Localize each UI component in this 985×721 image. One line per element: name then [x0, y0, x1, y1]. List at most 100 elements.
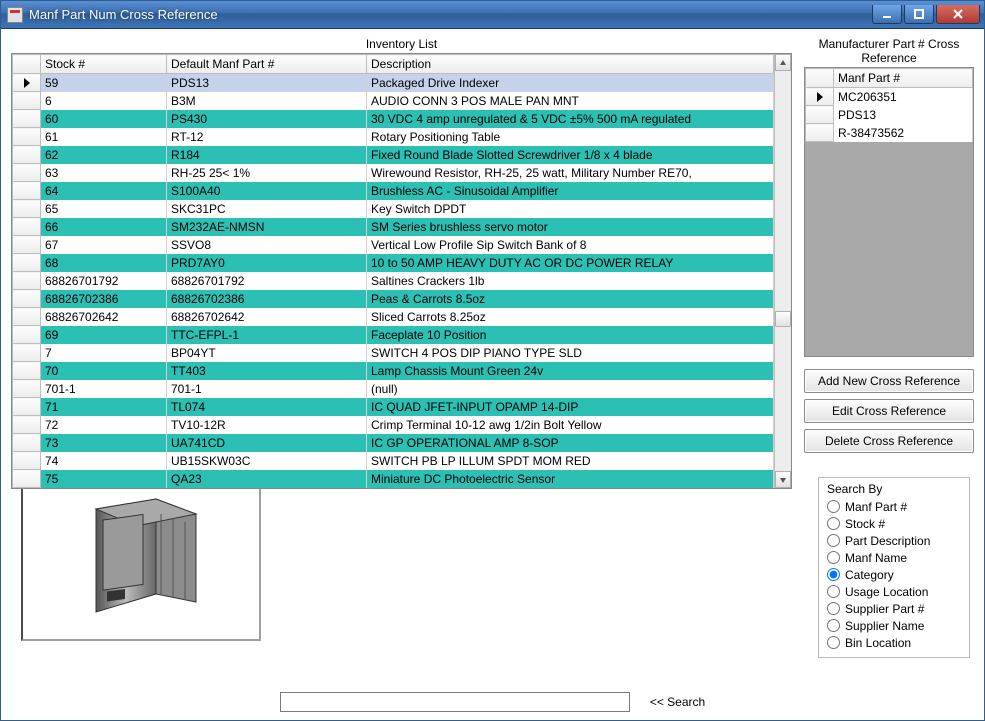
cell-manf-part[interactable]: 68826701792 [167, 272, 367, 290]
search-by-option[interactable]: Bin Location [827, 634, 961, 651]
cell-description[interactable]: (null) [367, 380, 774, 398]
row-header[interactable] [13, 452, 41, 470]
cell-manf-part[interactable]: TT403 [167, 362, 367, 380]
search-by-option[interactable]: Supplier Name [827, 617, 961, 634]
cell-manf-part[interactable]: PRD7AY0 [167, 254, 367, 272]
search-by-option[interactable]: Usage Location [827, 583, 961, 600]
row-header[interactable] [13, 200, 41, 218]
table-row[interactable]: R-38473562 [806, 124, 973, 142]
scroll-thumb[interactable] [775, 311, 791, 327]
col-description[interactable]: Description [367, 55, 774, 74]
row-header[interactable] [13, 272, 41, 290]
crossref-grid[interactable]: Manf Part # MC206351PDS13R-38473562 [804, 67, 974, 357]
cell-description[interactable]: Vertical Low Profile Sip Switch Bank of … [367, 236, 774, 254]
cell-manf-part[interactable]: MC206351 [834, 88, 973, 106]
cell-stock-num[interactable]: 71 [41, 398, 167, 416]
table-row[interactable]: 69TTC-EFPL-1Faceplate 10 Position [13, 326, 774, 344]
cell-manf-part[interactable]: SKC31PC [167, 200, 367, 218]
row-header[interactable] [13, 146, 41, 164]
search-by-option[interactable]: Category [827, 566, 961, 583]
table-row[interactable]: 63RH-25 25< 1%Wirewound Resistor, RH-25,… [13, 164, 774, 182]
cell-stock-num[interactable]: 68826702386 [41, 290, 167, 308]
row-header[interactable] [13, 218, 41, 236]
cell-manf-part[interactable]: S100A40 [167, 182, 367, 200]
cell-description[interactable]: 30 VDC 4 amp unregulated & 5 VDC ±5% 500… [367, 110, 774, 128]
cell-manf-part[interactable]: 68826702386 [167, 290, 367, 308]
cell-stock-num[interactable]: 68 [41, 254, 167, 272]
row-header[interactable] [13, 182, 41, 200]
cell-description[interactable]: Fixed Round Blade Slotted Screwdriver 1/… [367, 146, 774, 164]
table-row[interactable]: PDS13 [806, 106, 973, 124]
row-header[interactable] [806, 106, 834, 124]
table-row[interactable]: 7BP04YTSWITCH 4 POS DIP PIANO TYPE SLD [13, 344, 774, 362]
cell-stock-num[interactable]: 69 [41, 326, 167, 344]
search-by-radio[interactable] [827, 636, 840, 649]
row-header[interactable] [13, 308, 41, 326]
cell-manf-part[interactable]: QA23 [167, 470, 367, 488]
search-by-option[interactable]: Manf Part # [827, 498, 961, 515]
table-row[interactable]: 75QA23Miniature DC Photoelectric Sensor [13, 470, 774, 488]
cell-manf-part[interactable]: RH-25 25< 1% [167, 164, 367, 182]
cell-description[interactable]: Miniature DC Photoelectric Sensor [367, 470, 774, 488]
cell-stock-num[interactable]: 72 [41, 416, 167, 434]
cell-stock-num[interactable]: 68826702642 [41, 308, 167, 326]
row-header[interactable] [13, 164, 41, 182]
table-row[interactable]: MC206351 [806, 88, 973, 106]
cell-description[interactable]: IC QUAD JFET-INPUT OPAMP 14-DIP [367, 398, 774, 416]
cell-description[interactable]: AUDIO CONN 3 POS MALE PAN MNT [367, 92, 774, 110]
cell-stock-num[interactable]: 60 [41, 110, 167, 128]
cell-description[interactable]: 10 to 50 AMP HEAVY DUTY AC OR DC POWER R… [367, 254, 774, 272]
cell-description[interactable]: Crimp Terminal 10-12 awg 1/2in Bolt Yell… [367, 416, 774, 434]
row-header[interactable] [806, 124, 834, 142]
cell-stock-num[interactable]: 59 [41, 74, 167, 92]
table-row[interactable]: 60PS43030 VDC 4 amp unregulated & 5 VDC … [13, 110, 774, 128]
table-row[interactable]: 6882670238668826702386Peas & Carrots 8.5… [13, 290, 774, 308]
row-header[interactable] [13, 380, 41, 398]
table-row[interactable]: 74UB15SKW03CSWITCH PB LP ILLUM SPDT MOM … [13, 452, 774, 470]
cell-manf-part[interactable]: PS430 [167, 110, 367, 128]
table-row[interactable]: 73UA741CDIC GP OPERATIONAL AMP 8-SOP [13, 434, 774, 452]
cell-stock-num[interactable]: 75 [41, 470, 167, 488]
cell-stock-num[interactable]: 64 [41, 182, 167, 200]
minimize-button[interactable] [872, 5, 902, 24]
search-by-option[interactable]: Supplier Part # [827, 600, 961, 617]
edit-cross-ref-button[interactable]: Edit Cross Reference [804, 399, 974, 423]
cell-description[interactable]: Sliced Carrots 8.25oz [367, 308, 774, 326]
cell-manf-part[interactable]: UA741CD [167, 434, 367, 452]
search-by-option[interactable]: Manf Name [827, 549, 961, 566]
search-by-radio[interactable] [827, 568, 840, 581]
row-header[interactable] [13, 290, 41, 308]
search-by-radio[interactable] [827, 585, 840, 598]
col-stock-num[interactable]: Stock # [41, 55, 167, 74]
cell-manf-part[interactable]: R184 [167, 146, 367, 164]
search-by-radio[interactable] [827, 517, 840, 530]
cell-manf-part[interactable]: 701-1 [167, 380, 367, 398]
cell-manf-part[interactable]: TV10-12R [167, 416, 367, 434]
maximize-button[interactable] [904, 5, 934, 24]
cell-manf-part[interactable]: 68826702642 [167, 308, 367, 326]
cell-manf-part[interactable]: RT-12 [167, 128, 367, 146]
col-manf-part[interactable]: Default Manf Part # [167, 55, 367, 74]
cell-description[interactable]: Faceplate 10 Position [367, 326, 774, 344]
cell-manf-part[interactable]: PDS13 [167, 74, 367, 92]
add-cross-ref-button[interactable]: Add New Cross Reference [804, 369, 974, 393]
table-row[interactable]: 6882670179268826701792Saltines Crackers … [13, 272, 774, 290]
row-header[interactable] [13, 416, 41, 434]
search-by-radio[interactable] [827, 602, 840, 615]
row-header-corner[interactable] [13, 55, 41, 74]
table-row[interactable]: 66SM232AE-NMSNSM Series brushless servo … [13, 218, 774, 236]
inventory-scrollbar[interactable] [774, 54, 791, 488]
table-row[interactable]: 70TT403Lamp Chassis Mount Green 24v [13, 362, 774, 380]
search-by-radio[interactable] [827, 551, 840, 564]
table-row[interactable]: 6882670264268826702642Sliced Carrots 8.2… [13, 308, 774, 326]
table-row[interactable]: 701-1701-1(null) [13, 380, 774, 398]
cell-description[interactable]: IC GP OPERATIONAL AMP 8-SOP [367, 434, 774, 452]
row-header[interactable] [13, 434, 41, 452]
cell-manf-part[interactable]: UB15SKW03C [167, 452, 367, 470]
table-row[interactable]: 68PRD7AY010 to 50 AMP HEAVY DUTY AC OR D… [13, 254, 774, 272]
cell-stock-num[interactable]: 68826701792 [41, 272, 167, 290]
search-by-radio[interactable] [827, 500, 840, 513]
cell-stock-num[interactable]: 65 [41, 200, 167, 218]
cell-description[interactable]: Wirewound Resistor, RH-25, 25 watt, Mili… [367, 164, 774, 182]
cell-stock-num[interactable]: 62 [41, 146, 167, 164]
